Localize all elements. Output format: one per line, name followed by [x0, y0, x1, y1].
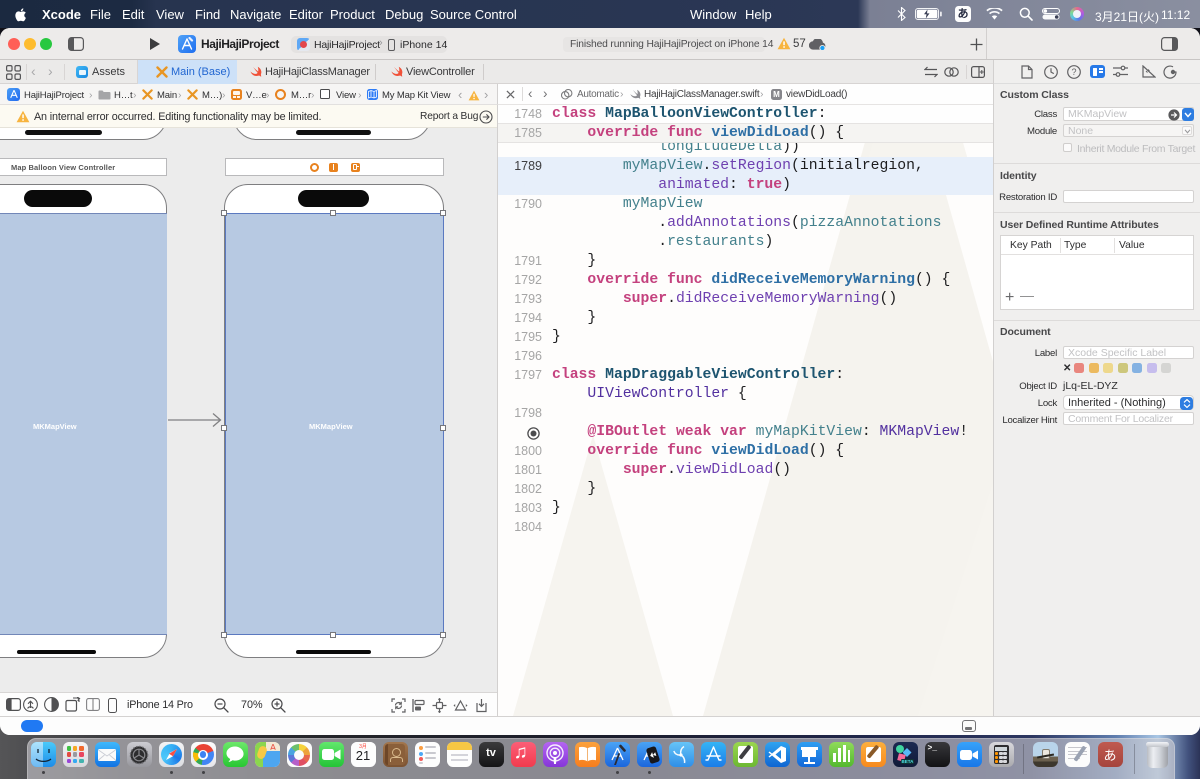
svg-text:?: ? [1071, 67, 1076, 77]
